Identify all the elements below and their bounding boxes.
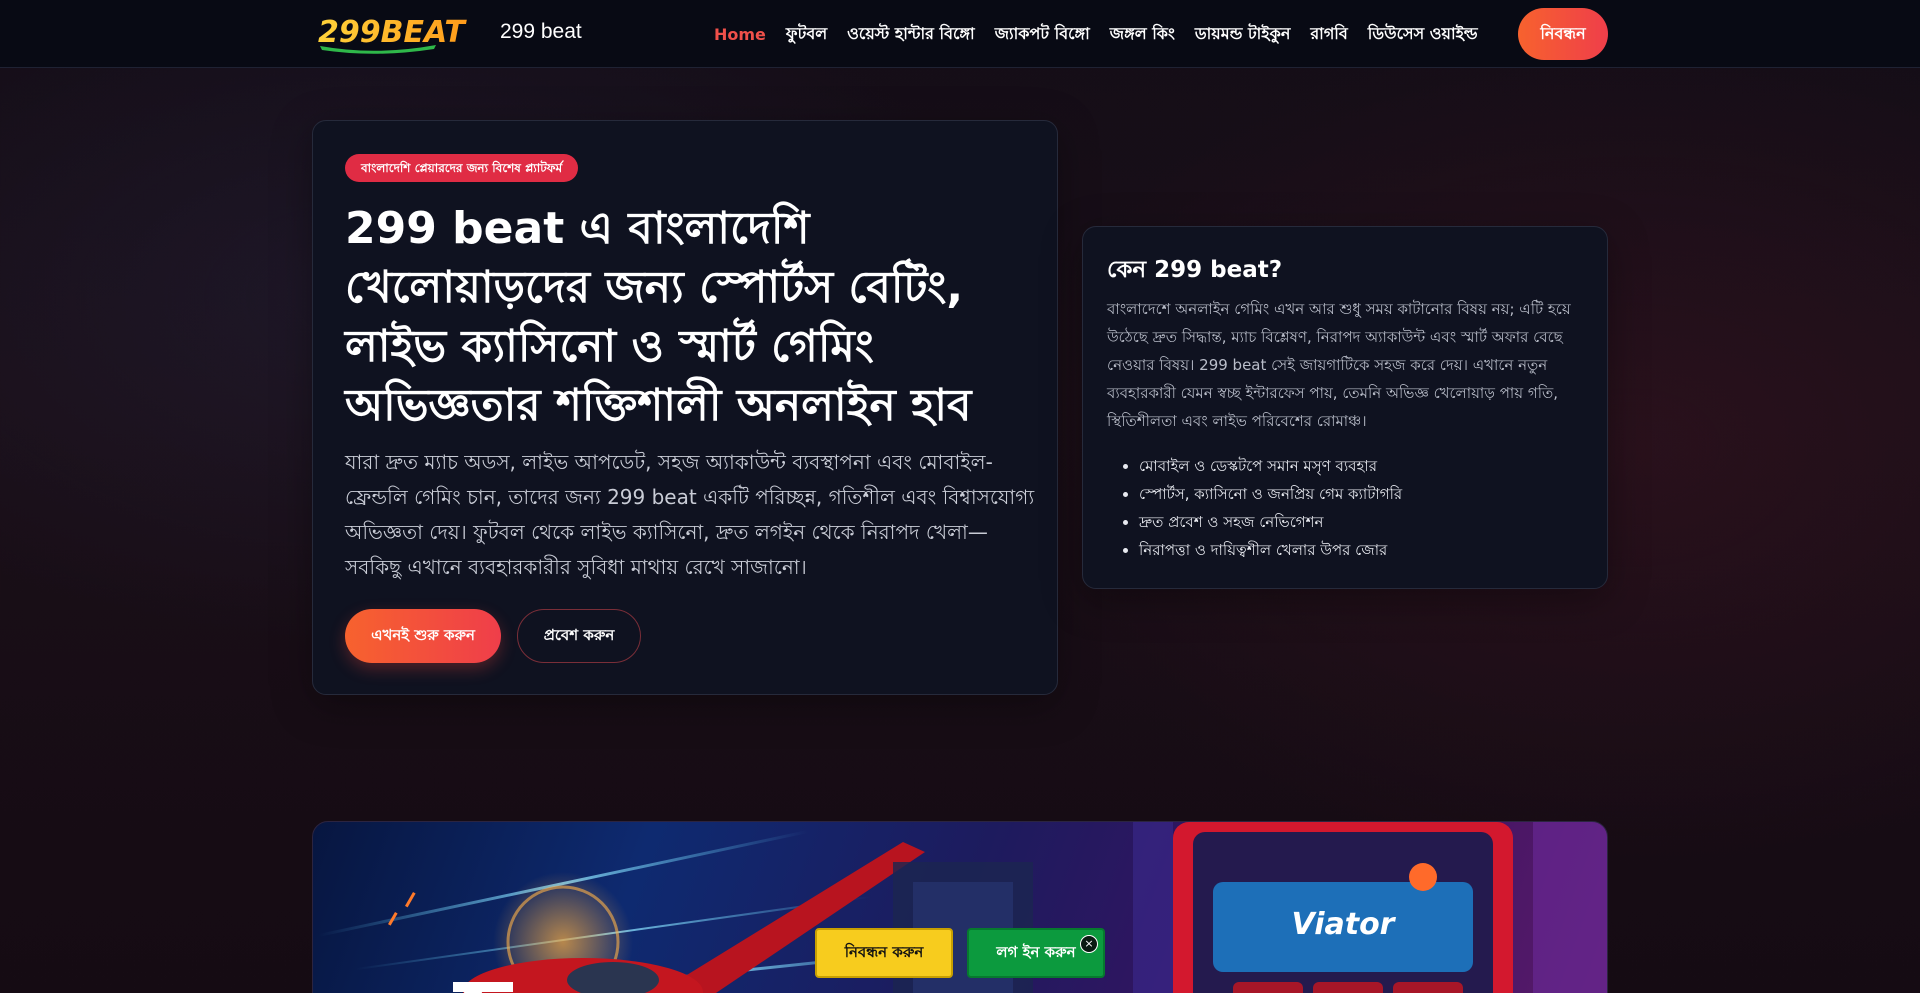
brand-name: 299 beat <box>500 20 582 43</box>
hero-description: যারা দ্রুত ম্যাচ অডস, লাইভ আপডেট, সহজ অ্… <box>345 450 1035 579</box>
why-title: কেন 299 beat? <box>1107 257 1283 283</box>
why-list: মোবাইল ও ডেস্কটপে সমান মসৃণ ব্যবহার স্পো… <box>1139 452 1589 564</box>
why-card: কেন 299 beat? বাংলাদেশে অনলাইন গেমিং এখন… <box>1082 226 1608 589</box>
nav-item-west-hunter-bingo[interactable]: ওয়েস্ট হান্টার বিঙ্গো <box>847 21 975 48</box>
enter-button[interactable]: প্রবেশ করুন <box>517 609 641 663</box>
slot-machine-illustration: Viator <box>1173 822 1513 993</box>
nav-item-diamond-tycoon[interactable]: ডায়মন্ড টাইকুন <box>1195 21 1291 48</box>
site-logo[interactable]: 299BEAT <box>316 12 490 54</box>
list-item: দ্রুত প্রবেশ ও সহজ নেভিগেশন <box>1139 508 1589 536</box>
nav-item-rugby[interactable]: রাগবি <box>1310 21 1347 48</box>
list-item: নিরাপত্তা ও দায়িত্বশীল খেলার উপর জোর <box>1139 536 1589 564</box>
list-item: স্পোর্টস, ক্যাসিনো ও জনপ্রিয় গেম ক্যাটা… <box>1139 480 1589 508</box>
nav-item-jungle-king[interactable]: জঙ্গল কিং <box>1110 21 1175 48</box>
banner-illustration: Viator <box>318 822 1607 993</box>
start-now-button[interactable]: এখনই শুরু করুন <box>345 609 501 663</box>
airplane-illustration <box>453 958 703 993</box>
nav-item-football[interactable]: ফুটবল <box>786 21 827 48</box>
hero-badge: বাংলাদেশি প্লেয়ারদের জন্য বিশেষ প্ল্যাট… <box>345 154 579 182</box>
why-text: বাংলাদেশে অনলাইন গেমিং এখন আর শুধু সময় … <box>1107 300 1571 430</box>
close-icon[interactable]: × <box>1080 935 1098 953</box>
site-header: 299BEAT 299 beat Home ফুটবল ওয়েস্ট হান্… <box>0 0 1920 68</box>
list-item: মোবাইল ও ডেস্কটপে সমান মসৃণ ব্যবহার <box>1139 452 1589 480</box>
hero-banner-image: Viator <box>312 821 1608 993</box>
header-register-button[interactable]: নিবন্ধন <box>1518 8 1608 60</box>
hero-title: 299 beat এ বাংলাদেশি খেলোয়াড়দের জন্য স… <box>345 203 972 431</box>
nav-item-deuces-wild[interactable]: ডিউসেস ওয়াইল্ড <box>1368 21 1478 48</box>
svg-text:299BEAT: 299BEAT <box>318 15 467 50</box>
sticky-register-button[interactable]: নিবন্ধন করুন <box>815 928 953 978</box>
svg-text:Viator: Viator <box>1292 907 1397 942</box>
hero-card: বাংলাদেশি প্লেয়ারদের জন্য বিশেষ প্ল্যাট… <box>312 120 1058 695</box>
main-nav: Home ফুটবল ওয়েস্ট হান্টার বিঙ্গো জ্যাকপ… <box>714 0 1498 68</box>
nav-item-home[interactable]: Home <box>714 25 766 44</box>
nav-item-jackpot-bingo[interactable]: জ্যাকপট বিঙ্গো <box>995 21 1090 48</box>
